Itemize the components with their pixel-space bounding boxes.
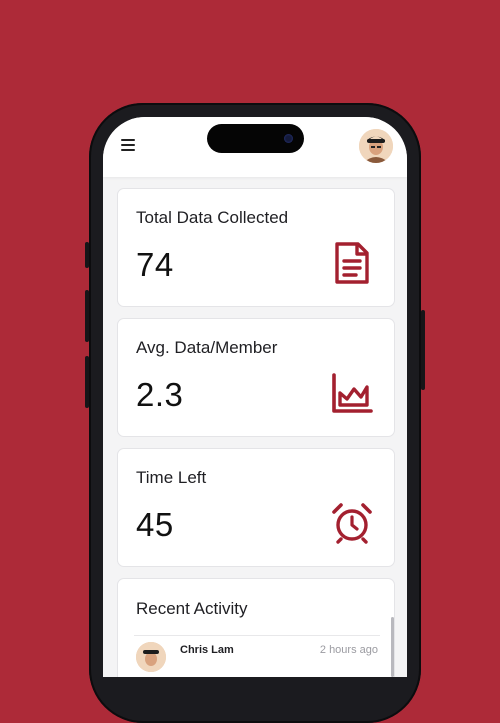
front-camera <box>284 134 293 143</box>
phone-screen: Total Data Collected 74 Avg. Data/Member… <box>103 117 407 677</box>
alarm-clock-icon <box>330 501 374 545</box>
stat-value: 2.3 <box>136 376 184 413</box>
avatar <box>136 642 166 672</box>
activity-timestamp: 2 hours ago <box>319 644 378 656</box>
stat-label: Time Left <box>136 468 207 487</box>
user-avatar[interactable] <box>359 129 393 163</box>
stat-label: Total Data Collected <box>136 208 289 227</box>
stat-card-total-data: Total Data Collected 74 <box>117 188 395 307</box>
section-title: Recent Activity <box>136 599 248 618</box>
stat-card-time-left: Time Left 45 <box>117 448 395 567</box>
stat-card-avg-data: Avg. Data/Member 2.3 <box>117 318 395 437</box>
area-chart-icon <box>330 371 374 415</box>
hamburger-menu-icon[interactable] <box>121 139 135 151</box>
scrollbar[interactable] <box>391 617 394 677</box>
list-item[interactable]: Chris Lam 2 hours ago <box>134 635 380 676</box>
stat-label: Avg. Data/Member <box>136 338 278 357</box>
stat-value: 74 <box>136 246 174 283</box>
activity-user-name: Chris Lam <box>180 644 234 656</box>
recent-activity-card: Recent Activity Chris Lam 2 hours ago <box>117 578 395 677</box>
dynamic-island <box>207 124 304 153</box>
app-header <box>103 117 407 177</box>
phone-power-button <box>421 310 425 390</box>
document-icon <box>330 241 374 285</box>
stat-value: 45 <box>136 506 174 543</box>
